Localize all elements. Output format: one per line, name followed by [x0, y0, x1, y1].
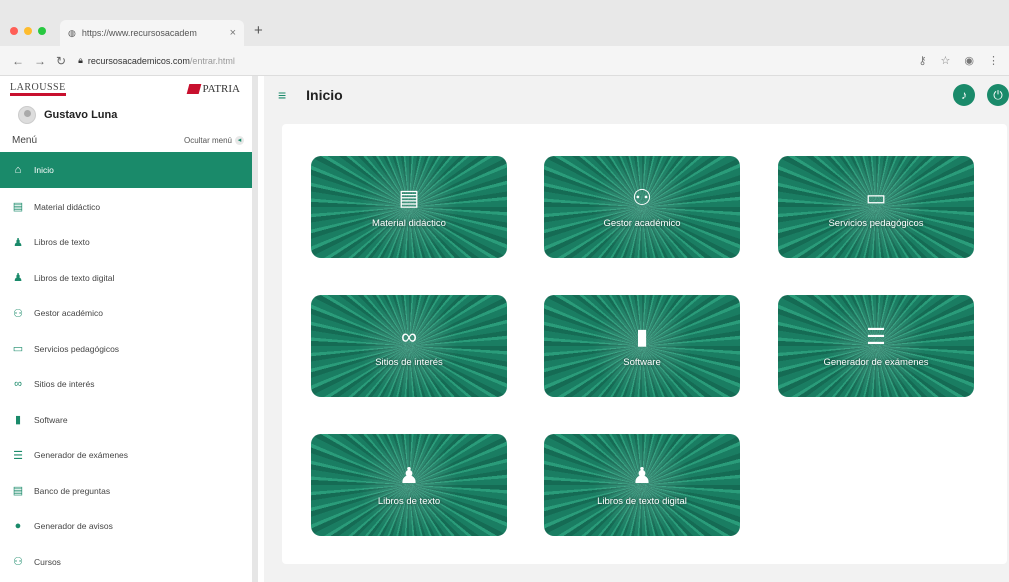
page-title: Inicio — [306, 87, 343, 103]
sidebar-item-software[interactable]: ▮ Software — [0, 402, 252, 438]
maximize-window-button[interactable] — [38, 27, 46, 35]
logout-button[interactable]: ⏻ — [987, 84, 1009, 106]
tile-gestor-academico[interactable]: ⚇ Gestor académico — [544, 156, 740, 258]
bell-icon: ♪ — [961, 88, 967, 102]
close-window-button[interactable] — [10, 27, 18, 35]
window-controls — [10, 27, 46, 35]
address-bar: ← → ↻ 🔒︎ recursosacademicos.com/entrar.h… — [0, 46, 1009, 76]
info-icon: ● — [14, 520, 22, 533]
group-icon: ⚇ — [13, 556, 23, 569]
sidebar-item-cursos[interactable]: ⚇ Cursos — [0, 544, 252, 580]
tile-label: Generador de exámenes — [823, 356, 929, 368]
presentation-icon: ▭ — [12, 343, 24, 356]
tile-servicios-pedagogicos[interactable]: ▭ Servicios pedagógicos — [778, 156, 974, 258]
back-icon[interactable]: ← — [12, 54, 24, 68]
forward-icon[interactable]: → — [34, 54, 46, 68]
chevron-left-icon: ◂ — [235, 135, 244, 145]
more-icon[interactable]: ⋮ — [988, 54, 999, 67]
star-icon[interactable]: ☆ — [941, 54, 951, 67]
menu-header: Menú Ocultar menú ◂ — [0, 128, 252, 152]
book-icon: ▤ — [12, 485, 24, 498]
sidebar-item-sitios-de-interes[interactable]: ∞ Sitios de interés — [0, 367, 252, 403]
brand-logos: LAROUSSE PATRIA — [0, 76, 252, 102]
new-tab-button[interactable]: + — [254, 22, 263, 39]
url-field[interactable]: 🔒︎ recursosacademicos.com/entrar.html — [78, 55, 235, 66]
sidebar-item-generador-de-avisos[interactable]: ● Generador de avisos — [0, 509, 252, 545]
tile-label: Software — [623, 356, 661, 368]
tile-label: Servicios pedagógicos — [828, 217, 924, 229]
sidebar-item-inicio[interactable]: ⌂ Inicio — [0, 152, 252, 188]
reload-icon[interactable]: ↻ — [56, 54, 66, 68]
reader-icon: ♟ — [632, 462, 652, 488]
power-icon: ⏻ — [993, 87, 1003, 102]
book-icon: ▤ — [398, 184, 420, 210]
sidebar-item-material-didactico[interactable]: ▤ Material didáctico — [0, 189, 252, 225]
sidebar: LAROUSSE PATRIA Gustavo Luna Menú Oculta… — [0, 76, 258, 582]
globe-icon: ◍ — [68, 27, 76, 38]
tab-title: https://www.recursosacadem — [81, 28, 197, 38]
sidebar-item-libros-de-texto[interactable]: ♟ Libros de texto — [0, 225, 252, 261]
menu-title: Menú — [12, 134, 38, 146]
hamburger-menu-icon[interactable]: ≡ — [278, 87, 286, 103]
presentation-icon: ▭ — [865, 184, 887, 210]
tile-generador-de-examenes[interactable]: ☰ Generador de exámenes — [778, 295, 974, 397]
top-actions: ♪ ⏻ — [953, 84, 1009, 106]
key-icon[interactable]: ⚷ — [918, 54, 926, 67]
tile-label: Sitios de interés — [375, 356, 443, 368]
larousse-logo: LAROUSSE — [10, 82, 66, 96]
hide-menu-button[interactable]: Ocultar menú ◂ — [184, 135, 244, 145]
user-profile[interactable]: Gustavo Luna — [0, 102, 252, 128]
patria-logo: PATRIA — [186, 83, 240, 95]
reader-icon: ♟ — [13, 272, 23, 285]
users-icon: ⚇ — [13, 307, 23, 320]
chip-icon: ▮ — [14, 414, 22, 427]
sidebar-item-servicios-pedagogicos[interactable]: ▭ Servicios pedagógicos — [0, 331, 252, 367]
link-icon: ∞ — [401, 323, 417, 349]
tile-label: Gestor académico — [603, 217, 681, 229]
lock-icon: 🔒︎ — [78, 55, 83, 65]
browser-chrome: ◍ https://www.recursosacadem × + — [0, 0, 1009, 46]
checklist-icon: ☰ — [866, 323, 886, 349]
tile-label: Material didáctico — [372, 217, 446, 229]
browser-actions: ⚷ ☆ ◉ ⋮ — [918, 54, 999, 67]
url-path: /entrar.html — [189, 55, 235, 66]
sidebar-item-libros-de-texto-digital[interactable]: ♟ Libros de texto digital — [0, 260, 252, 296]
home-icon: ⌂ — [14, 164, 22, 176]
tile-material-didactico[interactable]: ▤ Material didáctico — [311, 156, 507, 258]
tile-libros-de-texto[interactable]: ♟ Libros de texto — [311, 434, 507, 536]
browser-tab[interactable]: ◍ https://www.recursosacadem × — [60, 20, 244, 46]
sidebar-item-banco-de-preguntas[interactable]: ▤ Banco de preguntas — [0, 473, 252, 509]
link-icon: ∞ — [14, 378, 22, 391]
avatar — [18, 106, 36, 124]
notification-bell-button[interactable]: ♪ — [953, 84, 975, 106]
tile-label: Libros de texto — [377, 495, 441, 507]
sidebar-menu: ⌂ Inicio ▤ Material didáctico ♟ Libros de t… — [0, 152, 252, 580]
sidebar-item-gestor-academico[interactable]: ⚇ Gestor académico — [0, 296, 252, 332]
reader-icon: ♟ — [13, 236, 23, 249]
tile-sitios-de-interes[interactable]: ∞ Sitios de interés — [311, 295, 507, 397]
checklist-icon: ☰ — [13, 449, 23, 462]
profile-icon[interactable]: ◉ — [964, 54, 974, 67]
sidebar-item-generador-de-examenes[interactable]: ☰ Generador de exámenes — [0, 438, 252, 474]
top-bar: ≡ Inicio — [264, 76, 1009, 114]
user-name: Gustavo Luna — [44, 109, 118, 121]
tile-software[interactable]: ▮ Software — [544, 295, 740, 397]
tiles-panel: ▤ Material didáctico ⚇ Gestor académico … — [282, 124, 1007, 564]
url-host: recursosacademicos.com — [87, 55, 190, 66]
tile-label: Libros de texto digital — [597, 495, 687, 507]
chip-icon: ▮ — [635, 323, 649, 349]
main-content: ≡ Inicio ♪ ⏻ ▤ Material didáctico ⚇ Gest… — [264, 76, 1009, 582]
close-icon[interactable]: × — [230, 27, 236, 39]
book-icon: ▤ — [12, 201, 24, 214]
tile-libros-de-texto-digital[interactable]: ♟ Libros de texto digital — [544, 434, 740, 536]
users-icon: ⚇ — [632, 184, 652, 210]
reader-icon: ♟ — [399, 462, 419, 488]
minimize-window-button[interactable] — [24, 27, 32, 35]
